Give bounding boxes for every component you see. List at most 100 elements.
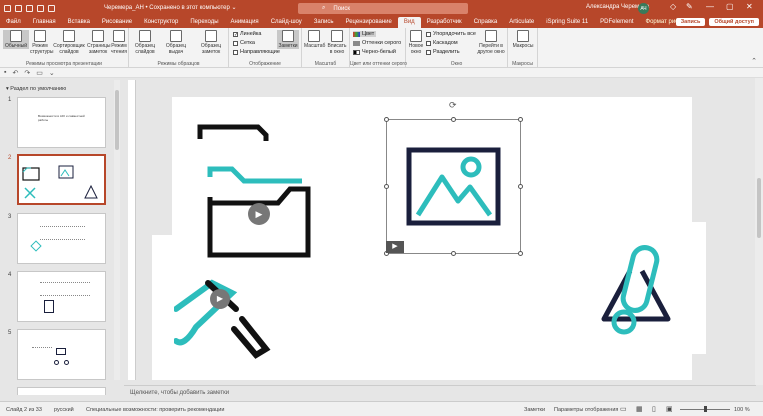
selection-box[interactable] xyxy=(386,119,521,254)
tab-7[interactable]: Слайд-шоу xyxy=(265,17,308,28)
zoom-slider-thumb[interactable] xyxy=(704,406,707,412)
diamond-icon[interactable]: ◇ xyxy=(670,2,676,11)
slide-sorter-button[interactable]: Сортировщик слайдов xyxy=(52,30,86,55)
arrange-all-button[interactable]: Упорядочить все xyxy=(426,31,476,37)
share-button[interactable]: Общий доступ xyxy=(709,18,759,26)
switch-window-button[interactable]: Перейти в другое окно xyxy=(476,30,506,55)
tab-2[interactable]: Вставка xyxy=(62,17,96,28)
resize-handle[interactable] xyxy=(384,184,389,189)
thumbnails-scrollbar[interactable] xyxy=(114,80,120,380)
notes-master-button[interactable]: Образец заметок xyxy=(195,30,227,55)
tab-13[interactable]: Articulate xyxy=(503,17,540,28)
rotate-handle-icon[interactable]: ⟳ xyxy=(449,100,457,111)
outline-view-button[interactable]: Режим структуры xyxy=(30,30,53,55)
window-group-label: Окно xyxy=(450,61,463,67)
tab-14[interactable]: iSpring Suite 11 xyxy=(540,17,594,28)
zoom-button[interactable]: Масштаб xyxy=(304,30,325,49)
resize-handle[interactable] xyxy=(451,251,456,256)
slide-thumbnail-4[interactable] xyxy=(17,271,106,322)
display-settings-button[interactable]: Параметры отображения xyxy=(554,407,618,413)
tab-1[interactable]: Главная xyxy=(27,17,62,28)
zoom-level[interactable]: 100 % xyxy=(734,407,750,413)
language-status[interactable]: русский xyxy=(54,407,74,413)
grid-checkbox[interactable]: Сетка xyxy=(233,40,255,46)
tab-6[interactable]: Анимация xyxy=(225,17,265,28)
collapse-ribbon-icon[interactable]: ⌃ xyxy=(751,57,757,65)
notes-status-button[interactable]: Заметки xyxy=(524,407,545,413)
tab-9[interactable]: Рецензирование xyxy=(339,17,397,28)
play-video-icon[interactable]: ▶ xyxy=(248,203,270,225)
minimize-icon[interactable]: — xyxy=(706,2,714,11)
notes-page-button[interactable]: Страницы заметок xyxy=(87,30,110,55)
accessibility-status[interactable]: Специальные возможности: проверить реком… xyxy=(86,407,224,413)
grayscale-option[interactable]: Оттенки серого xyxy=(353,40,401,46)
notes-pane[interactable]: Щелкните, чтобы добавить заметки xyxy=(124,385,756,400)
avatar[interactable]: АЧ xyxy=(638,3,649,14)
resize-handle[interactable] xyxy=(384,117,389,122)
reading-view-icon[interactable]: ▯ xyxy=(652,405,656,413)
play-video-icon[interactable]: ▶ xyxy=(210,289,230,309)
tab-15[interactable]: PDFelement xyxy=(594,17,639,28)
macros-button[interactable]: Макросы xyxy=(511,30,535,49)
close-icon[interactable]: ✕ xyxy=(746,2,753,11)
section-header[interactable]: ▾ Раздел по умолчанию xyxy=(6,86,66,92)
maximize-icon[interactable]: ▢ xyxy=(726,2,734,11)
color-option[interactable]: Цвет xyxy=(353,31,377,37)
start-show-icon[interactable]: ▭ xyxy=(36,69,43,77)
editor-scrollbar[interactable] xyxy=(755,78,763,385)
tab-0[interactable]: Файл xyxy=(0,17,27,28)
resize-handle[interactable] xyxy=(518,184,523,189)
tab-8[interactable]: Запись xyxy=(308,17,340,28)
reading-view-button[interactable]: Режим чтения xyxy=(110,30,128,55)
tab-11[interactable]: Разработчик xyxy=(421,17,468,28)
scrollbar-thumb[interactable] xyxy=(115,90,119,150)
normal-view-icon[interactable]: ▭ xyxy=(620,405,627,413)
guides-checkbox[interactable]: Направляющие xyxy=(233,49,280,55)
resize-handle[interactable] xyxy=(451,117,456,122)
resize-handle[interactable] xyxy=(518,117,523,122)
normal-view-button[interactable]: Обычный xyxy=(3,30,29,49)
undo-icon[interactable]: ↶ xyxy=(12,69,18,77)
handout-master-icon xyxy=(170,30,182,42)
tab-10[interactable]: Вид xyxy=(397,17,421,28)
present-icon[interactable] xyxy=(48,5,55,12)
undo-icon[interactable] xyxy=(26,5,33,12)
tab-3[interactable]: Рисование xyxy=(96,17,138,28)
handout-master-button[interactable]: Образец выдач xyxy=(159,30,193,55)
autosave-icon[interactable] xyxy=(4,5,11,12)
tab-5[interactable]: Переходы xyxy=(184,17,224,28)
slide-canvas[interactable]: ▶ ▶ ⟳ ▶ xyxy=(172,97,692,380)
resize-handle[interactable] xyxy=(518,251,523,256)
new-window-button[interactable]: Новое окно xyxy=(408,30,424,55)
split-button[interactable]: Разделить xyxy=(426,49,460,55)
record-button[interactable]: Запись xyxy=(675,18,706,26)
save-icon[interactable] xyxy=(15,5,22,12)
search-box[interactable]: ⌕ Поиск xyxy=(298,3,468,14)
save-icon[interactable]: ▪ xyxy=(4,69,6,76)
tab-12[interactable]: Справка xyxy=(468,17,504,28)
media-play-icon[interactable]: ▶ xyxy=(386,241,404,253)
slide-master-button[interactable]: Образец слайдов xyxy=(133,30,157,55)
notes-toggle-button[interactable]: Заметки xyxy=(277,30,299,49)
sorter-view-icon[interactable]: ▦ xyxy=(636,405,643,413)
redo-icon[interactable] xyxy=(37,5,44,12)
redo-icon[interactable]: ↷ xyxy=(24,69,30,77)
slide-thumbnail-2[interactable] xyxy=(17,154,106,205)
slide-thumbnail-6[interactable] xyxy=(17,387,106,395)
slide-thumbnail-3[interactable] xyxy=(17,213,106,264)
zoom-group-label: Масштаб xyxy=(314,61,337,67)
ruler-checkbox[interactable]: ✓ Линейка xyxy=(233,31,261,37)
file-title[interactable]: Черемера_АН • Сохранено в этот компьютер… xyxy=(104,4,237,11)
slide-thumbnails-pane: ▾ Раздел по умолчанию 1 Возможности в AI… xyxy=(0,78,114,395)
slide-thumbnail-1[interactable]: Возможности в AIO и совместной работы xyxy=(17,97,106,148)
pen-icon[interactable]: ✎ xyxy=(686,2,693,11)
tab-4[interactable]: Конструктор xyxy=(138,17,184,28)
slideshow-icon[interactable]: ▣ xyxy=(666,405,673,413)
customize-icon[interactable]: ⌄ xyxy=(49,69,55,77)
search-icon: ⌕ xyxy=(322,5,326,11)
black-white-option[interactable]: Черно-белый xyxy=(353,49,396,55)
slide-thumbnail-5[interactable] xyxy=(17,329,106,380)
cascade-button[interactable]: Каскадом xyxy=(426,40,458,46)
scrollbar-thumb[interactable] xyxy=(757,178,761,238)
fit-window-button[interactable]: Вписать в окно xyxy=(326,30,348,55)
